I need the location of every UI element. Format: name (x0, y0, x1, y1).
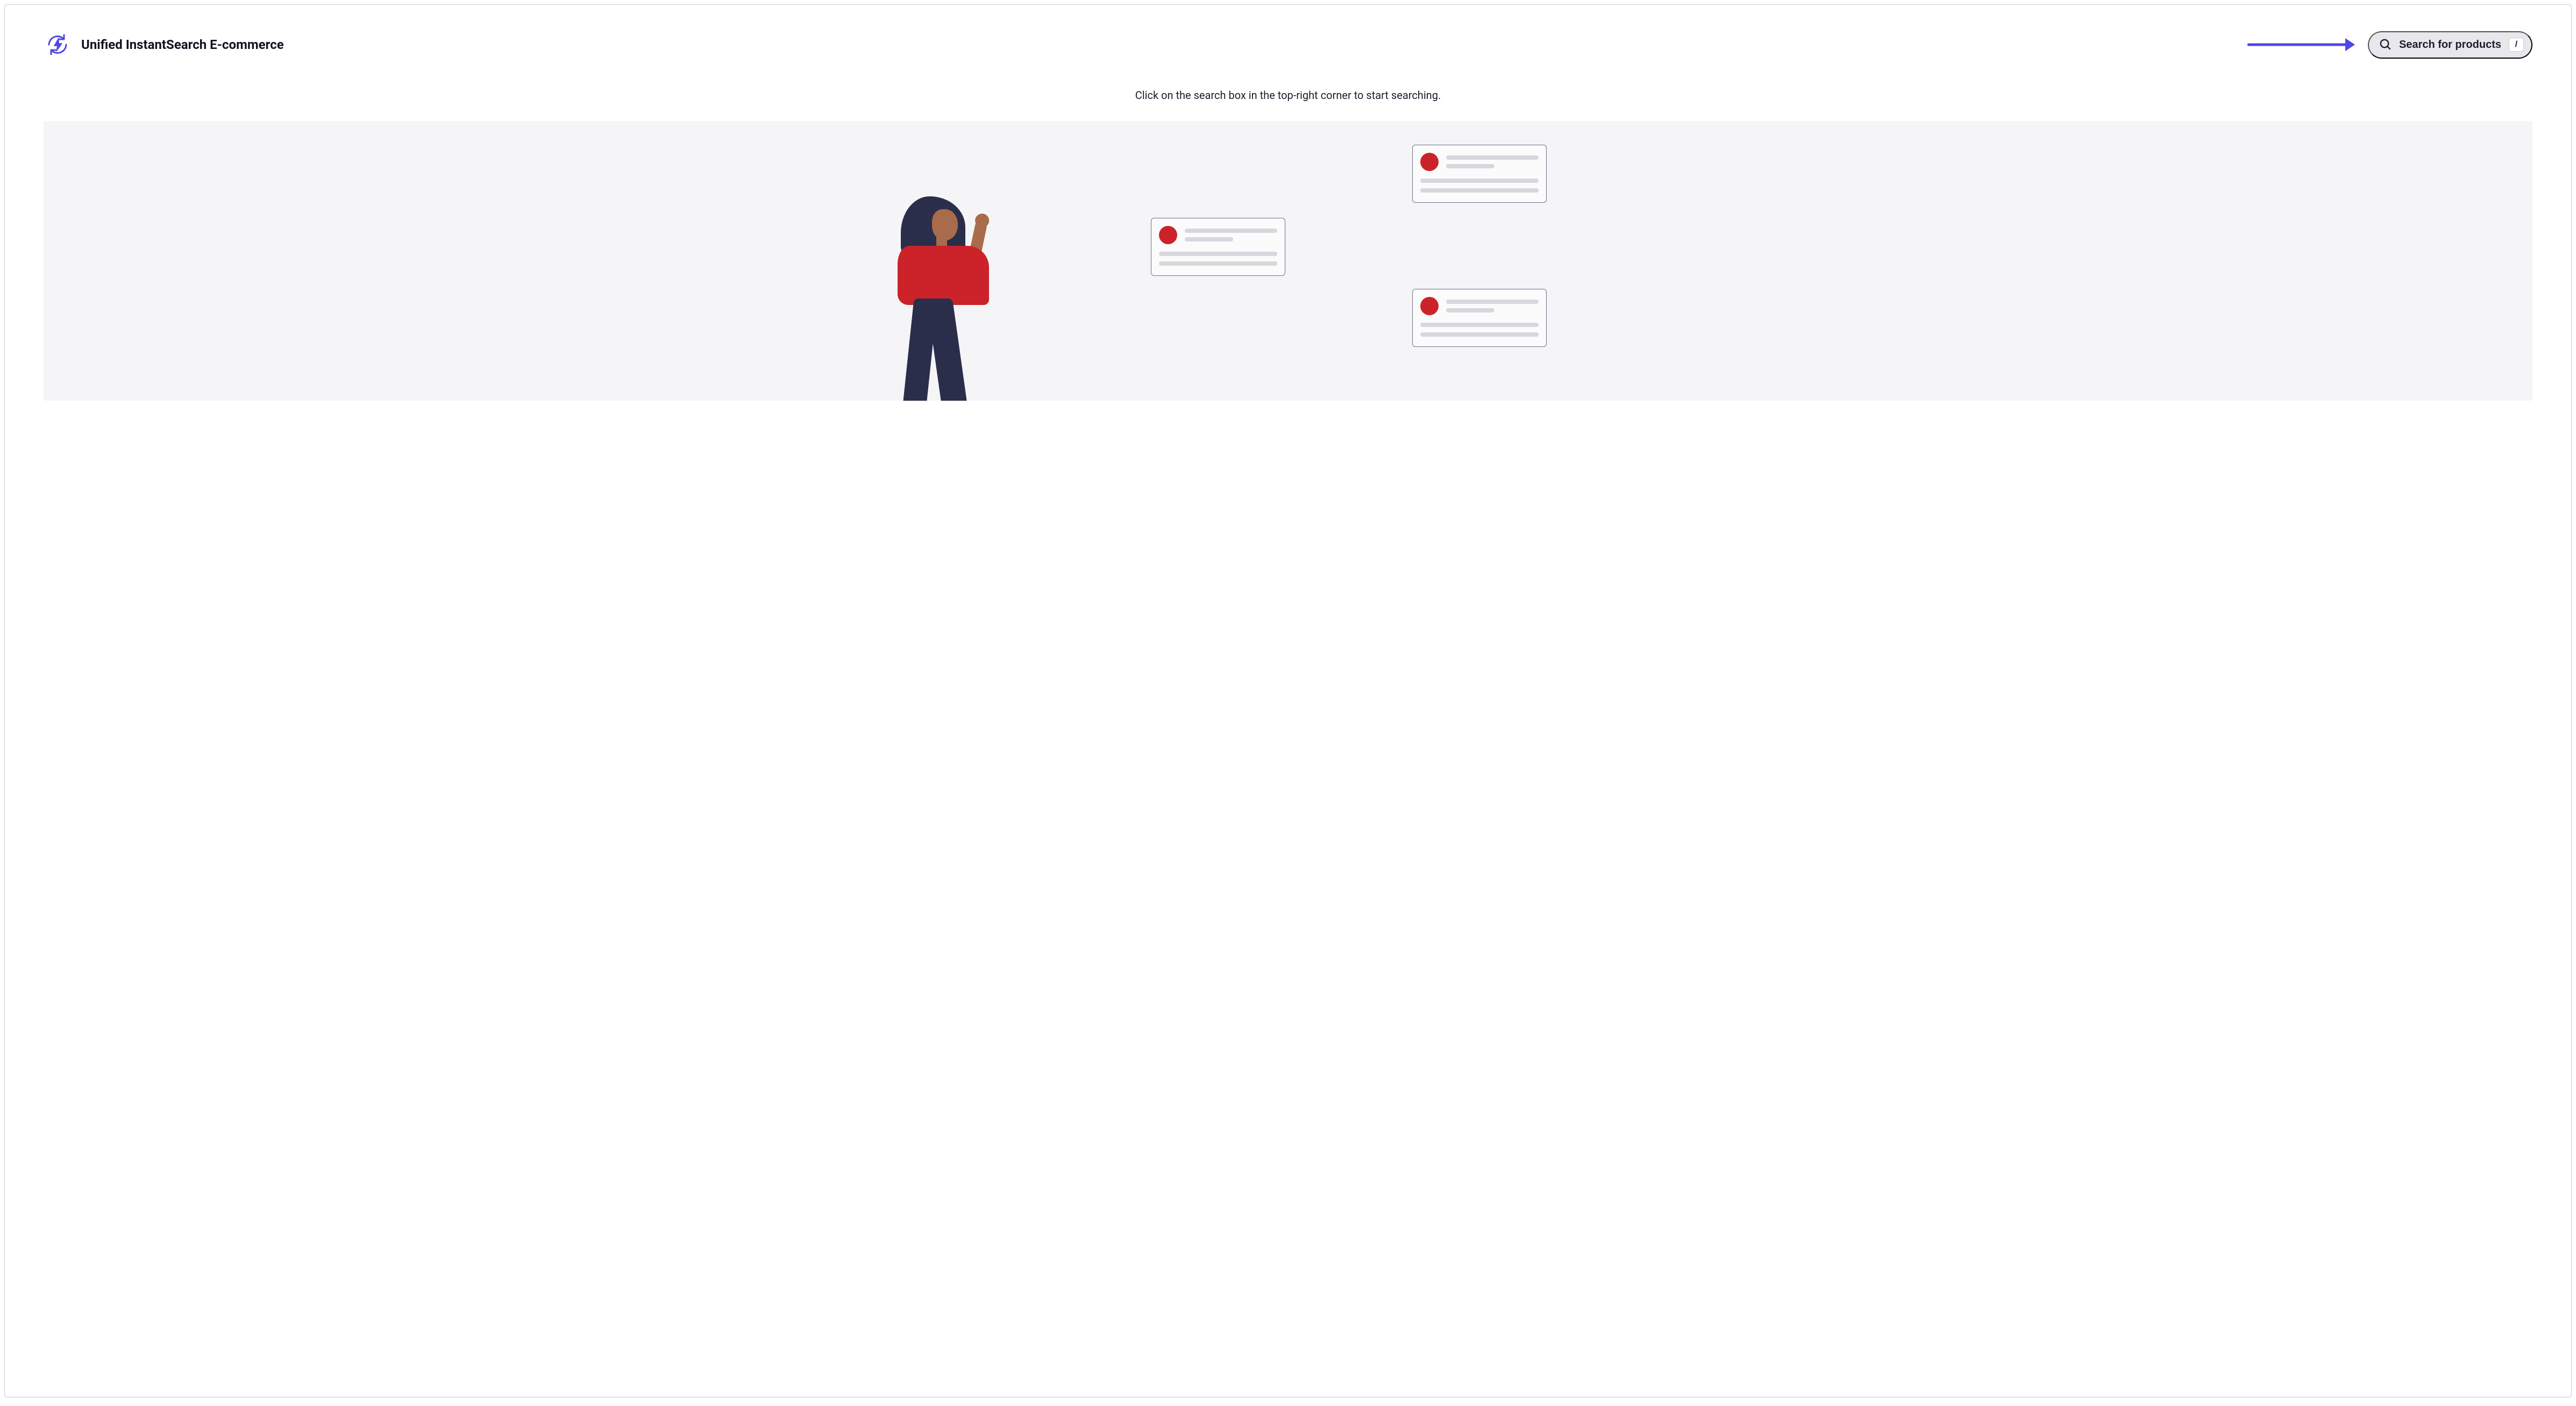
dot-icon (1159, 226, 1177, 244)
header: Unified InstantSearch E-commerce Search … (44, 31, 2532, 59)
search-shortcut-key: / (2509, 38, 2524, 52)
illustration-result-card (1412, 145, 1547, 203)
dot-icon (1420, 297, 1439, 315)
arrow-right-icon (2247, 40, 2355, 49)
brand: Unified InstantSearch E-commerce (44, 31, 284, 59)
dot-icon (1420, 153, 1439, 171)
app-frame: Unified InstantSearch E-commerce Search … (4, 4, 2572, 1397)
instruction-text: Click on the search box in the top-right… (44, 89, 2532, 102)
header-right: Search for products / (2247, 31, 2532, 59)
app-title: Unified InstantSearch E-commerce (81, 37, 284, 52)
illustration-person (890, 196, 998, 401)
hero-illustration (44, 121, 2532, 401)
lightning-refresh-icon (44, 31, 72, 59)
search-icon (2379, 38, 2392, 52)
search-placeholder: Search for products (2399, 39, 2501, 51)
search-button[interactable]: Search for products / (2368, 31, 2532, 59)
illustration-result-card (1151, 218, 1285, 276)
illustration-result-card (1412, 289, 1547, 347)
